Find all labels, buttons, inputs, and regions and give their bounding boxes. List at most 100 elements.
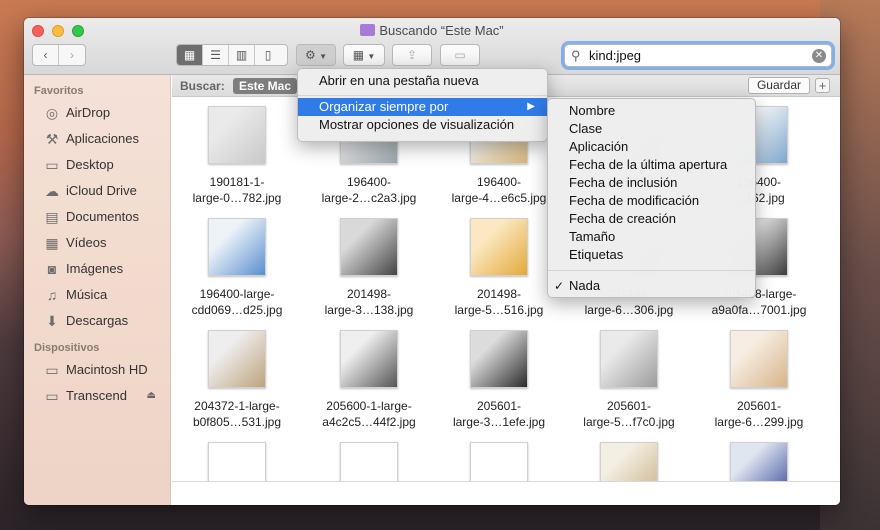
sidebar: Favoritos ◎ AirDrop ⚒ Aplicaciones ▭ Deskto… [24, 75, 171, 505]
coverflow-view-button[interactable]: ▯ [255, 45, 281, 65]
file-name-line: large-0…782.jpg [192, 191, 282, 205]
sidebar-item-desktop[interactable]: ▭ Desktop [24, 152, 170, 178]
file-thumbnail: 64 GB [208, 442, 266, 481]
file-name-line: b0f805…531.jpg [192, 415, 282, 429]
file-thumbnail [730, 330, 788, 388]
file-item[interactable]: 190181-1- large-0…782.jpg [172, 106, 302, 206]
file-name-line: large-5…f7c0.jpg [583, 415, 675, 429]
submenu-item[interactable]: Etiquetas [548, 246, 755, 264]
file-item[interactable]: 204372-1-large-b0f805…531.jpg [172, 330, 302, 430]
file-item[interactable] [564, 442, 694, 481]
file-name-line: 204372-1-large- [194, 399, 280, 413]
file-item[interactable]: 201498- large-3…138.jpg [304, 218, 434, 318]
submenu-item[interactable]: Aplicación [548, 138, 755, 156]
sidebar-item-airdrop[interactable]: ◎ AirDrop [24, 100, 170, 126]
sidebar-heading-favorites: Favoritos [34, 85, 84, 97]
tag-icon: ▭ [454, 48, 466, 62]
menu-item-always-arrange-by[interactable]: Organizar siempre por ▶ [298, 98, 547, 116]
submenu-item[interactable]: Fecha de inclusión [548, 174, 755, 192]
sidebar-item-downloads[interactable]: ⬇ Descargas [24, 308, 170, 334]
file-name: 196400-large-cdd069…d25.jpg [172, 286, 302, 318]
submenu-item[interactable]: Fecha de la última apertura [548, 156, 755, 174]
share-button[interactable]: ⇪ [392, 44, 432, 66]
file-name-line: large-5…516.jpg [454, 303, 544, 317]
file-item[interactable]: 196400-large-cdd069…d25.jpg [172, 218, 302, 318]
action-menu: Abrir en una pestaña nueva Organizar sie… [297, 68, 548, 142]
sidebar-item-applications[interactable]: ⚒ Aplicaciones [24, 126, 170, 152]
file-item[interactable]: 205601- large-3…1efe.jpg [434, 330, 564, 430]
file-item[interactable]: 16 GB [304, 442, 434, 481]
submenu-item[interactable]: Nombre [548, 102, 755, 120]
save-search-button[interactable]: Guardar [747, 77, 810, 94]
icon-view-button[interactable]: ▦ [177, 45, 203, 65]
search-field[interactable]: ⚲ kind:jpeg ✕ [564, 44, 832, 67]
file-thumbnail: 128 GB [470, 442, 528, 481]
submenu-item[interactable]: Clase [548, 120, 755, 138]
file-thumbnail [600, 330, 658, 388]
file-item[interactable]: 205600-1-large-a4c2c5…44f2.jpg [304, 330, 434, 430]
file-name-line: 201498- [476, 287, 522, 301]
file-name: 201498- large-5…516.jpg [434, 286, 564, 318]
file-thumbnail [340, 330, 398, 388]
scope-this-mac-button[interactable]: Este Mac [233, 78, 298, 94]
file-item[interactable]: 205601- large-5…f7c0.jpg [564, 330, 694, 430]
file-thumbnail [208, 218, 266, 276]
file-name-line: 205600-1-large- [326, 399, 412, 413]
submenu-item[interactable]: Fecha de modificación [548, 192, 755, 210]
arrange-button[interactable]: ▦ ▼ [343, 44, 385, 66]
add-criteria-button[interactable]: + [815, 78, 830, 93]
share-icon: ⇪ [406, 48, 418, 62]
chevron-down-icon: ▼ [319, 52, 328, 61]
file-name-line: 196400- [346, 175, 392, 189]
file-item[interactable]: 64 GB [172, 442, 302, 481]
cloud-icon: ☁ [45, 183, 59, 199]
file-name: 201498- large-3…138.jpg [304, 286, 434, 318]
search-input[interactable]: kind:jpeg [589, 48, 641, 63]
arrange-by-submenu: Nombre Clase Aplicación Fecha de la última … [547, 98, 756, 298]
file-thumbnail [208, 106, 266, 164]
forward-button[interactable]: › [59, 45, 85, 65]
music-icon: ♫ [46, 287, 58, 303]
download-icon: ⬇ [46, 313, 58, 329]
file-name: 205600-1-large-a4c2c5…44f2.jpg [304, 398, 434, 430]
file-name-line: large-6…306.jpg [584, 303, 674, 317]
submenu-arrow-icon: ▶ [527, 101, 535, 112]
airdrop-icon: ◎ [45, 105, 59, 121]
file-item[interactable]: 201498- large-5…516.jpg [434, 218, 564, 318]
submenu-item[interactable]: Fecha de creación [548, 210, 755, 228]
sidebar-item-macintosh-hd[interactable]: ▭ Macintosh HD [24, 357, 170, 383]
file-name-line: a9a0fa…7001.jpg [711, 303, 807, 317]
file-name: 196400- large-2…c2a3.jpg [304, 174, 434, 206]
menu-item-none[interactable]: ✓ Nada [548, 277, 755, 295]
file-name-line: 205601- [736, 399, 782, 413]
action-button[interactable]: ⚙ ▼ [296, 44, 336, 66]
toolbar: Buscando “Este Mac” ‹ › ▦ ☰ ▥ ▯ ⚙ ▼ ▦ ▼ … [24, 18, 840, 75]
sidebar-item-images[interactable]: ◙ Imágenes [24, 256, 170, 282]
file-item[interactable]: 205601- large-6…299.jpg [694, 330, 824, 430]
list-view-button[interactable]: ☰ [203, 45, 229, 65]
file-name: 205601- large-6…299.jpg [694, 398, 824, 430]
file-name: 190181-1- large-0…782.jpg [172, 174, 302, 206]
menu-item-open-new-tab[interactable]: Abrir en una pestaña nueva [298, 72, 547, 90]
sidebar-item-documents[interactable]: ▤ Documentos [24, 204, 170, 230]
back-button[interactable]: ‹ [33, 45, 59, 65]
sidebar-item-videos[interactable]: ▦ Vídeos [24, 230, 170, 256]
tags-button[interactable]: ▭ [440, 44, 480, 66]
sidebar-item-transcend[interactable]: ▭ Transcend ⏏ [24, 383, 170, 409]
file-item[interactable]: 128 GB [434, 442, 564, 481]
file-name-line: cdd069…d25.jpg [191, 303, 283, 317]
file-name-line: large-6…299.jpg [714, 415, 804, 429]
submenu-item[interactable]: Tamaño [548, 228, 755, 246]
sidebar-item-music[interactable]: ♫ Música [24, 282, 170, 308]
file-thumbnail [470, 218, 528, 276]
eject-icon[interactable]: ⏏ [147, 383, 156, 409]
file-name-line: 205601- [476, 399, 522, 413]
file-item[interactable] [694, 442, 824, 481]
desktop-icon: ▭ [45, 157, 59, 173]
sidebar-item-icloud-drive[interactable]: ☁ iCloud Drive [24, 178, 170, 204]
clear-search-icon[interactable]: ✕ [812, 49, 826, 63]
status-bar [172, 481, 840, 505]
file-thumbnail [730, 442, 788, 481]
column-view-button[interactable]: ▥ [229, 45, 255, 65]
menu-item-show-view-options[interactable]: Mostrar opciones de visualización [298, 116, 547, 134]
